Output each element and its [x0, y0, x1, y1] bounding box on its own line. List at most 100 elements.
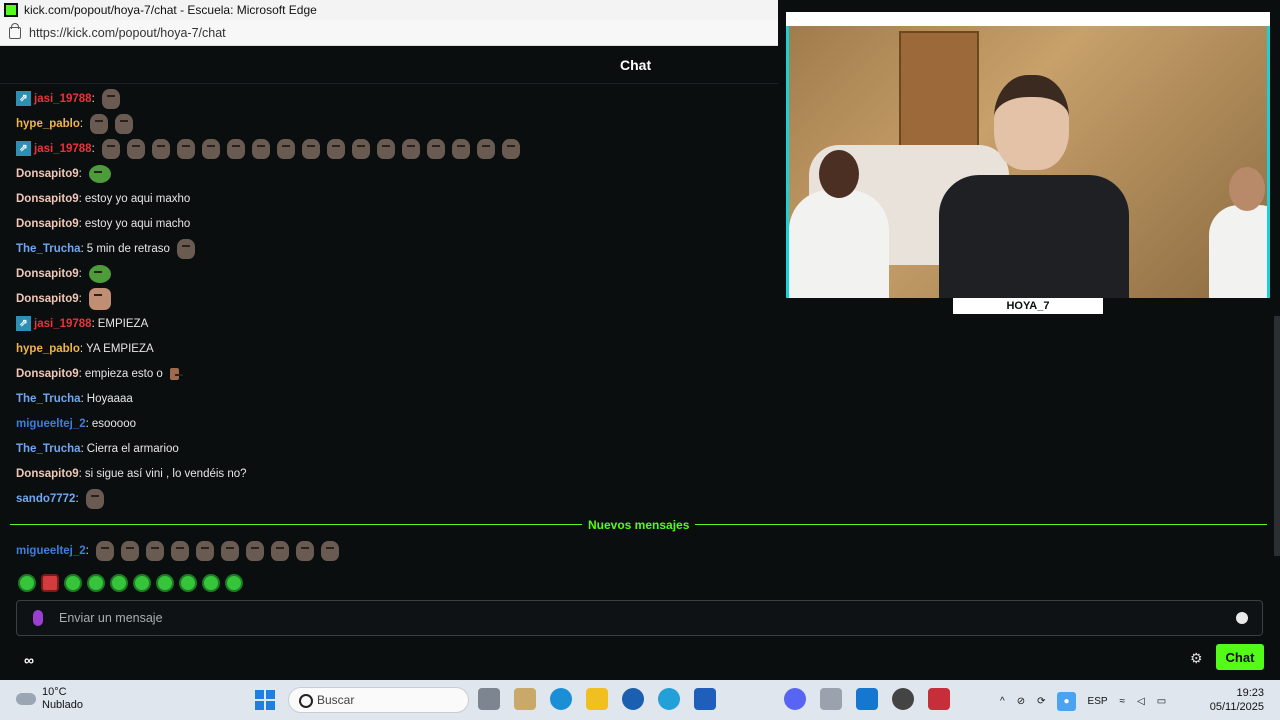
chat-username[interactable]: migueeltej_2: [16, 418, 86, 430]
windows-start-icon[interactable]: [255, 690, 275, 710]
cry-emote-icon[interactable]: [225, 574, 243, 592]
chat-username[interactable]: sando7772: [16, 493, 75, 505]
chat-message[interactable]: hype_pablo: YA EMPIEZA: [16, 336, 154, 361]
gear-icon[interactable]: ⚙: [1190, 650, 1203, 667]
chat-message[interactable]: The_Trucha: Hoyaaaa: [16, 386, 133, 411]
volume-icon[interactable]: ◁: [1137, 696, 1145, 707]
chat-username[interactable]: Donsapito9: [16, 368, 79, 380]
chat-username[interactable]: hype_pablo: [16, 118, 80, 130]
photo-emote-icon[interactable]: [88, 287, 111, 310]
pepe-emote-icon[interactable]: [88, 264, 111, 283]
chat-message[interactable]: ⇗ jasi_19788: EMPIEZA: [16, 311, 148, 336]
outlook-icon[interactable]: [856, 688, 878, 710]
face-emote-icon[interactable]: [101, 88, 120, 109]
taskbar-search[interactable]: Buscar: [288, 687, 469, 713]
chat-username[interactable]: Donsapito9: [16, 268, 79, 280]
taskbar-apps[interactable]: [478, 688, 950, 710]
face-emote-icon[interactable]: [270, 540, 289, 561]
file-explorer-icon[interactable]: [586, 688, 608, 710]
chat-message[interactable]: hype_pablo:: [16, 111, 134, 136]
discord-icon[interactable]: [784, 688, 806, 710]
battery-icon[interactable]: ▭: [1157, 696, 1166, 707]
pepe-emote-icon[interactable]: [88, 164, 111, 183]
face-emote-icon[interactable]: [201, 138, 220, 159]
chat-message[interactable]: Donsapito9: estoy yo aqui maxho: [16, 186, 190, 211]
task-view-icon[interactable]: [478, 688, 500, 710]
face-emote-icon[interactable]: [176, 238, 195, 259]
face-emote-icon[interactable]: [276, 138, 295, 159]
chat-input-box[interactable]: Enviar un mensaje: [16, 600, 1263, 636]
chat-username[interactable]: The_Trucha: [16, 393, 81, 405]
face-emote-icon[interactable]: [115, 113, 134, 134]
capture-icon[interactable]: [928, 688, 950, 710]
cheer-emote-icon[interactable]: [202, 574, 220, 592]
language-indicator[interactable]: ESP: [1088, 696, 1108, 707]
chat-message-list[interactable]: ⇗ jasi_19788: hype_pablo: ⇗ jasi_19788: Donsa…: [0, 86, 775, 516]
face-emote-icon[interactable]: [401, 138, 420, 159]
face-emote-icon[interactable]: [145, 540, 164, 561]
finger-emote-icon[interactable]: [169, 367, 183, 380]
chat-message[interactable]: ⇗ jasi_19788:: [16, 136, 520, 161]
chat-username[interactable]: Donsapito9: [16, 193, 79, 205]
face-emote-icon[interactable]: [320, 540, 339, 561]
angry-emote-icon[interactable]: [41, 574, 59, 592]
face-emote-icon[interactable]: [451, 138, 470, 159]
face-emote-icon[interactable]: [376, 138, 395, 159]
face-emote-icon[interactable]: [426, 138, 445, 159]
face-emote-icon[interactable]: [120, 540, 139, 561]
face-emote-icon[interactable]: [101, 138, 120, 159]
kick-combo-icon[interactable]: ∞: [24, 652, 34, 668]
chat-username[interactable]: jasi_19788: [34, 318, 92, 330]
face-emote-icon[interactable]: [126, 138, 145, 159]
url-text[interactable]: https://kick.com/popout/hoya-7/chat: [29, 26, 226, 40]
face-emote-icon[interactable]: [501, 138, 520, 159]
face-emote-icon[interactable]: [245, 540, 264, 561]
quick-emote-bar[interactable]: [18, 574, 243, 592]
face-emote-icon[interactable]: [90, 113, 109, 134]
face-emote-icon[interactable]: [220, 540, 239, 561]
chat-username[interactable]: The_Trucha: [16, 243, 81, 255]
chat-message[interactable]: The_Trucha:5 min de retraso: [16, 236, 195, 261]
chat-message[interactable]: migueeltej_2:: [16, 538, 339, 563]
chat-username[interactable]: hype_pablo: [16, 343, 80, 355]
system-tray[interactable]: ^ ⊘ ⟳ ● ESP ≈ ◁ ▭: [1000, 692, 1166, 711]
face-emote-icon[interactable]: [95, 540, 114, 561]
taskbar-clock[interactable]: 19:23 05/11/2025: [1208, 686, 1264, 714]
chat-username[interactable]: Donsapito9: [16, 293, 79, 305]
sleep-emote-icon[interactable]: [179, 574, 197, 592]
face-emote-icon[interactable]: [251, 138, 270, 159]
chat-message[interactable]: Donsapito9: estoy yo aqui macho: [16, 211, 190, 236]
face-emote-icon[interactable]: [151, 138, 170, 159]
jump-emote-icon[interactable]: [110, 574, 128, 592]
edge-icon[interactable]: [550, 688, 572, 710]
chat-message[interactable]: Donsapito9: si sigue así vini , lo vendéi…: [16, 461, 247, 486]
face-emote-icon[interactable]: [85, 488, 104, 509]
chat-input-placeholder[interactable]: Enviar un mensaje: [59, 611, 163, 625]
chat-username[interactable]: jasi_19788: [34, 143, 92, 155]
chat-message[interactable]: Donsapito9:: [16, 261, 111, 286]
chat-message[interactable]: migueeltej_2: esooooo: [16, 411, 136, 436]
microphone-icon[interactable]: [33, 610, 43, 626]
word-icon[interactable]: [694, 688, 716, 710]
network-off-icon[interactable]: ⊘: [1017, 696, 1025, 707]
chat-username[interactable]: Donsapito9: [16, 468, 79, 480]
face-emote-icon[interactable]: [295, 540, 314, 561]
dizzy-emote-icon[interactable]: [64, 574, 82, 592]
face-emote-icon[interactable]: [326, 138, 345, 159]
chat-message[interactable]: Donsapito9: empieza esto o: [16, 361, 183, 386]
chat-username[interactable]: The_Trucha: [16, 443, 81, 455]
face-emote-icon[interactable]: [226, 138, 245, 159]
grin-emote-icon[interactable]: [18, 574, 36, 592]
wifi-icon[interactable]: ≈: [1120, 696, 1126, 707]
notes-icon[interactable]: [820, 688, 842, 710]
smile-emote-icon[interactable]: [87, 574, 105, 592]
store-icon[interactable]: [514, 688, 536, 710]
chat-username[interactable]: jasi_19788: [34, 93, 92, 105]
face-emote-icon[interactable]: [176, 138, 195, 159]
face-emote-icon[interactable]: [301, 138, 320, 159]
chat-message[interactable]: sando7772:: [16, 486, 104, 511]
wave-emote-icon[interactable]: [156, 574, 174, 592]
stream-video[interactable]: HOYA_7: [778, 0, 1280, 314]
weather-widget[interactable]: 10°C Nublado: [16, 686, 83, 712]
help-icon[interactable]: [658, 688, 680, 710]
